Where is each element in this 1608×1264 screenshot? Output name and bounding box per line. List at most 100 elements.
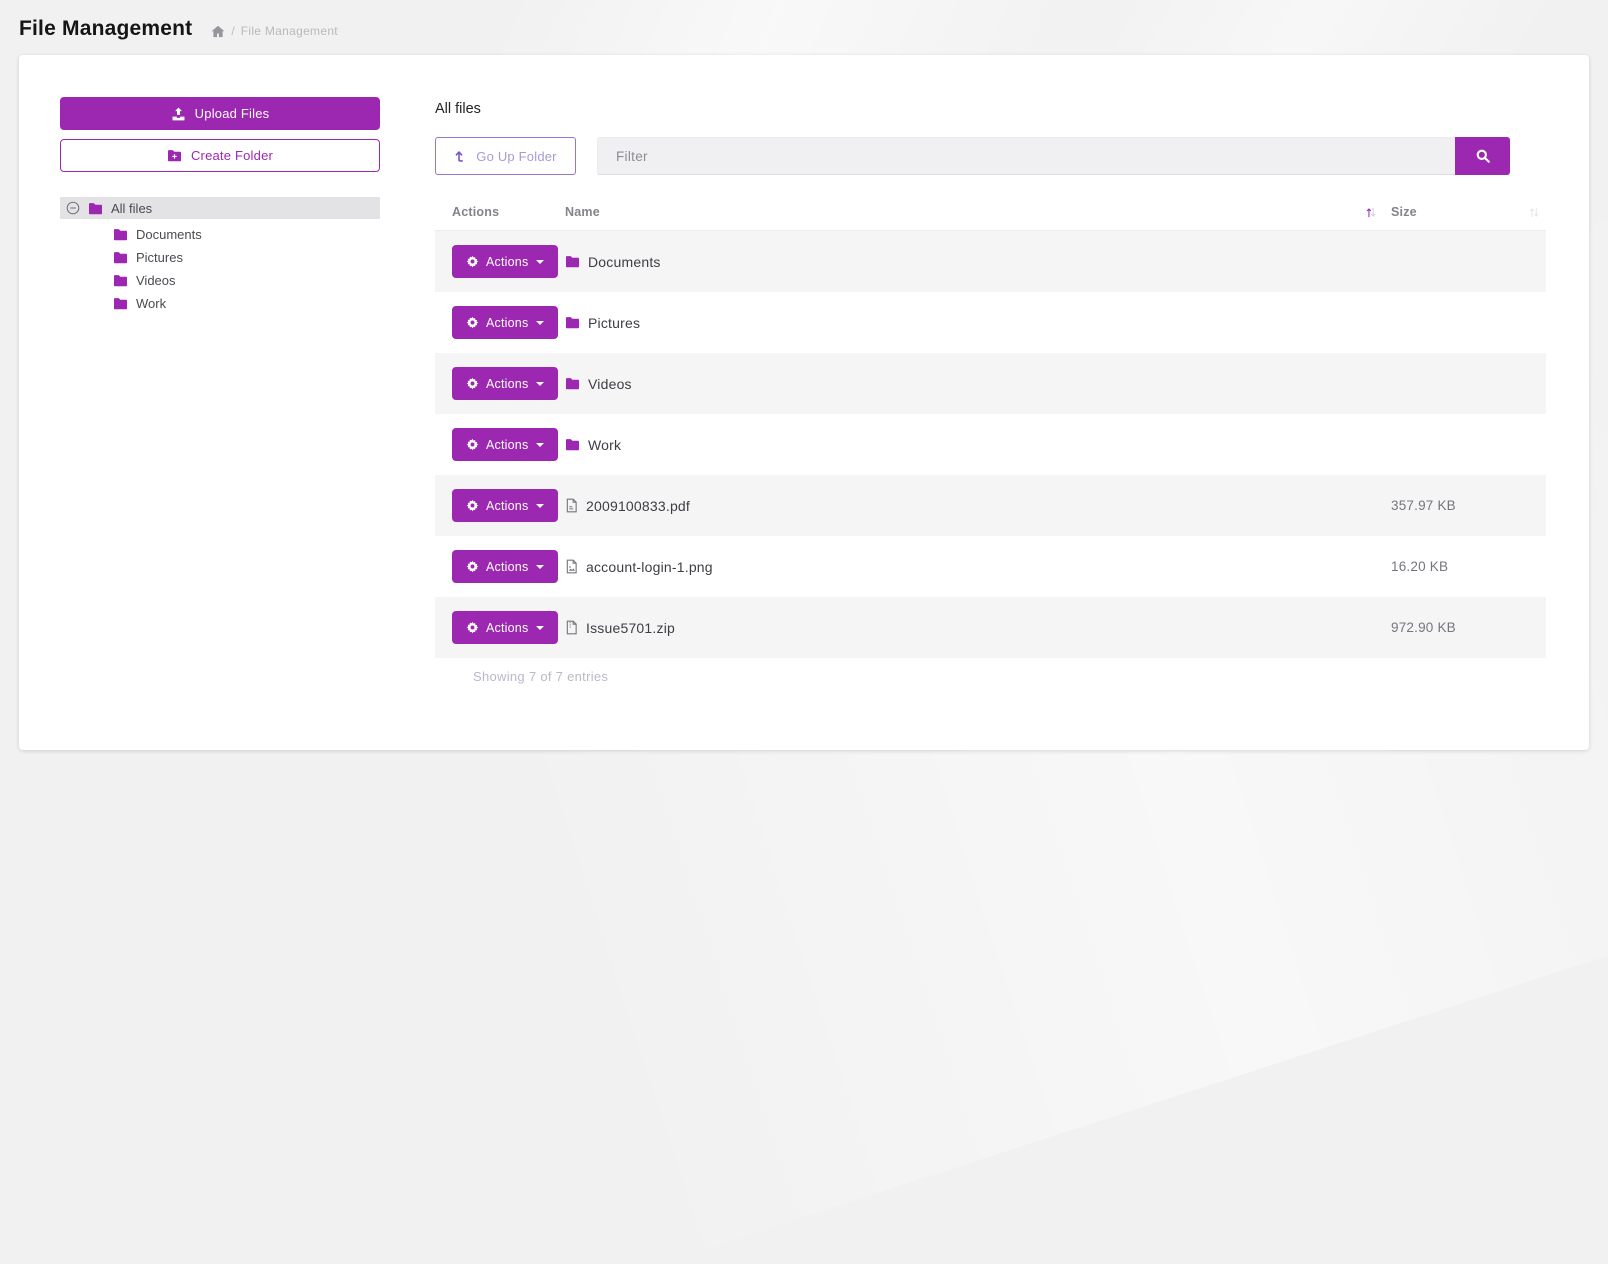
- row-actions-button[interactable]: Actions: [452, 245, 558, 278]
- row-actions-button[interactable]: Actions: [452, 489, 558, 522]
- table-row: Actions account-login-1.png 16.20 KB: [435, 536, 1546, 597]
- sidebar: Upload Files Create Folder All files Doc…: [60, 97, 380, 750]
- folder-icon: [113, 297, 128, 310]
- table-row: Actions Pictures: [435, 292, 1546, 353]
- level-up-icon: [454, 149, 467, 163]
- entries-status: Showing 7 of 7 entries: [435, 669, 1546, 684]
- tree-item-label: Pictures: [136, 250, 183, 265]
- sort-icon-name[interactable]: [1365, 206, 1377, 219]
- folder-icon: [113, 274, 128, 287]
- folder-icon: [88, 202, 103, 215]
- gear-icon: [466, 438, 479, 451]
- table-row: Actions 2009100833.pdf 357.97 KB: [435, 475, 1546, 536]
- gear-icon: [466, 621, 479, 634]
- gear-icon: [466, 499, 479, 512]
- tree-item-all-files[interactable]: All files: [60, 197, 380, 219]
- row-actions-label: Actions: [486, 560, 528, 574]
- toolbar: Go Up Folder: [435, 137, 1546, 175]
- tree-item-folder[interactable]: Pictures: [60, 246, 380, 269]
- breadcrumb-separator: /: [231, 24, 234, 38]
- caret-down-icon: [536, 626, 544, 630]
- column-header-size[interactable]: Size: [1391, 205, 1546, 219]
- create-folder-button[interactable]: Create Folder: [60, 139, 380, 172]
- row-actions-button[interactable]: Actions: [452, 306, 558, 339]
- filter-input[interactable]: [597, 137, 1455, 175]
- entry-name[interactable]: Pictures: [588, 315, 640, 331]
- caret-down-icon: [536, 443, 544, 447]
- tree-item-folder[interactable]: Documents: [60, 223, 380, 246]
- sort-icon-size[interactable]: [1528, 206, 1540, 219]
- entry-name[interactable]: Issue5701.zip: [586, 620, 675, 636]
- gear-icon: [466, 377, 479, 390]
- caret-down-icon: [536, 260, 544, 264]
- table-row: Actions Issue5701.zip 972.90 KB: [435, 597, 1546, 658]
- column-header-actions: Actions: [435, 205, 565, 219]
- column-header-name[interactable]: Name: [565, 205, 1391, 219]
- folder-icon: [113, 228, 128, 241]
- table-header: Actions Name Size: [435, 194, 1546, 231]
- folder-plus-icon: [167, 149, 182, 162]
- upload-files-label: Upload Files: [195, 106, 270, 121]
- breadcrumb: / File Management: [211, 24, 338, 38]
- tree-item-label: Work: [136, 296, 166, 311]
- tree-children: Documents Pictures Videos Work: [60, 223, 380, 315]
- entry-name[interactable]: 2009100833.pdf: [586, 498, 690, 514]
- column-header-name-label: Name: [565, 205, 600, 219]
- upload-icon: [171, 107, 186, 121]
- column-header-size-label: Size: [1391, 205, 1417, 219]
- folder-icon: [565, 438, 580, 451]
- file-table-body: Actions Documents Actions Pictures: [435, 231, 1546, 658]
- file-image-icon: [565, 559, 578, 574]
- go-up-folder-button[interactable]: Go Up Folder: [435, 137, 576, 175]
- row-actions-button[interactable]: Actions: [452, 611, 558, 644]
- caret-down-icon: [536, 565, 544, 569]
- entry-size: 972.90 KB: [1391, 620, 1456, 635]
- folder-icon: [113, 251, 128, 264]
- go-up-folder-label: Go Up Folder: [476, 149, 556, 164]
- table-row: Actions Documents: [435, 231, 1546, 292]
- table-row: Actions Work: [435, 414, 1546, 475]
- page-title: File Management: [19, 17, 192, 41]
- row-actions-label: Actions: [486, 621, 528, 635]
- entry-name[interactable]: Videos: [588, 376, 632, 392]
- row-actions-label: Actions: [486, 499, 528, 513]
- caret-down-icon: [536, 382, 544, 386]
- file-pdf-icon: [565, 498, 578, 513]
- entry-name[interactable]: account-login-1.png: [586, 559, 713, 575]
- tree-root-label: All files: [111, 201, 152, 216]
- row-actions-button[interactable]: Actions: [452, 367, 558, 400]
- entry-name[interactable]: Documents: [588, 254, 661, 270]
- folder-tree: All files Documents Pictures Videos Work: [60, 197, 380, 315]
- gear-icon: [466, 316, 479, 329]
- filter-group: [597, 137, 1510, 175]
- row-actions-button[interactable]: Actions: [452, 550, 558, 583]
- row-actions-label: Actions: [486, 255, 528, 269]
- home-icon[interactable]: [211, 25, 225, 38]
- file-manager-card: Upload Files Create Folder All files Doc…: [19, 55, 1589, 750]
- upload-files-button[interactable]: Upload Files: [60, 97, 380, 130]
- tree-item-label: Videos: [136, 273, 176, 288]
- main-panel: All files Go Up Folder Actions Name: [435, 97, 1546, 750]
- search-button[interactable]: [1455, 137, 1510, 175]
- gear-icon: [466, 560, 479, 573]
- table-row: Actions Videos: [435, 353, 1546, 414]
- page-header: File Management / File Management: [0, 0, 1608, 55]
- row-actions-label: Actions: [486, 316, 528, 330]
- create-folder-label: Create Folder: [191, 148, 273, 163]
- file-zip-icon: [565, 620, 578, 635]
- caret-down-icon: [536, 321, 544, 325]
- caret-down-icon: [536, 504, 544, 508]
- tree-item-folder[interactable]: Videos: [60, 269, 380, 292]
- tree-item-folder[interactable]: Work: [60, 292, 380, 315]
- search-icon: [1475, 148, 1491, 164]
- gear-icon: [466, 255, 479, 268]
- tree-item-label: Documents: [136, 227, 202, 242]
- folder-icon: [565, 316, 580, 329]
- breadcrumb-current: File Management: [241, 24, 338, 38]
- folder-icon: [565, 377, 580, 390]
- entry-name[interactable]: Work: [588, 437, 621, 453]
- entry-size: 357.97 KB: [1391, 498, 1456, 513]
- row-actions-button[interactable]: Actions: [452, 428, 558, 461]
- row-actions-label: Actions: [486, 377, 528, 391]
- collapse-minus-circle-icon[interactable]: [66, 201, 80, 215]
